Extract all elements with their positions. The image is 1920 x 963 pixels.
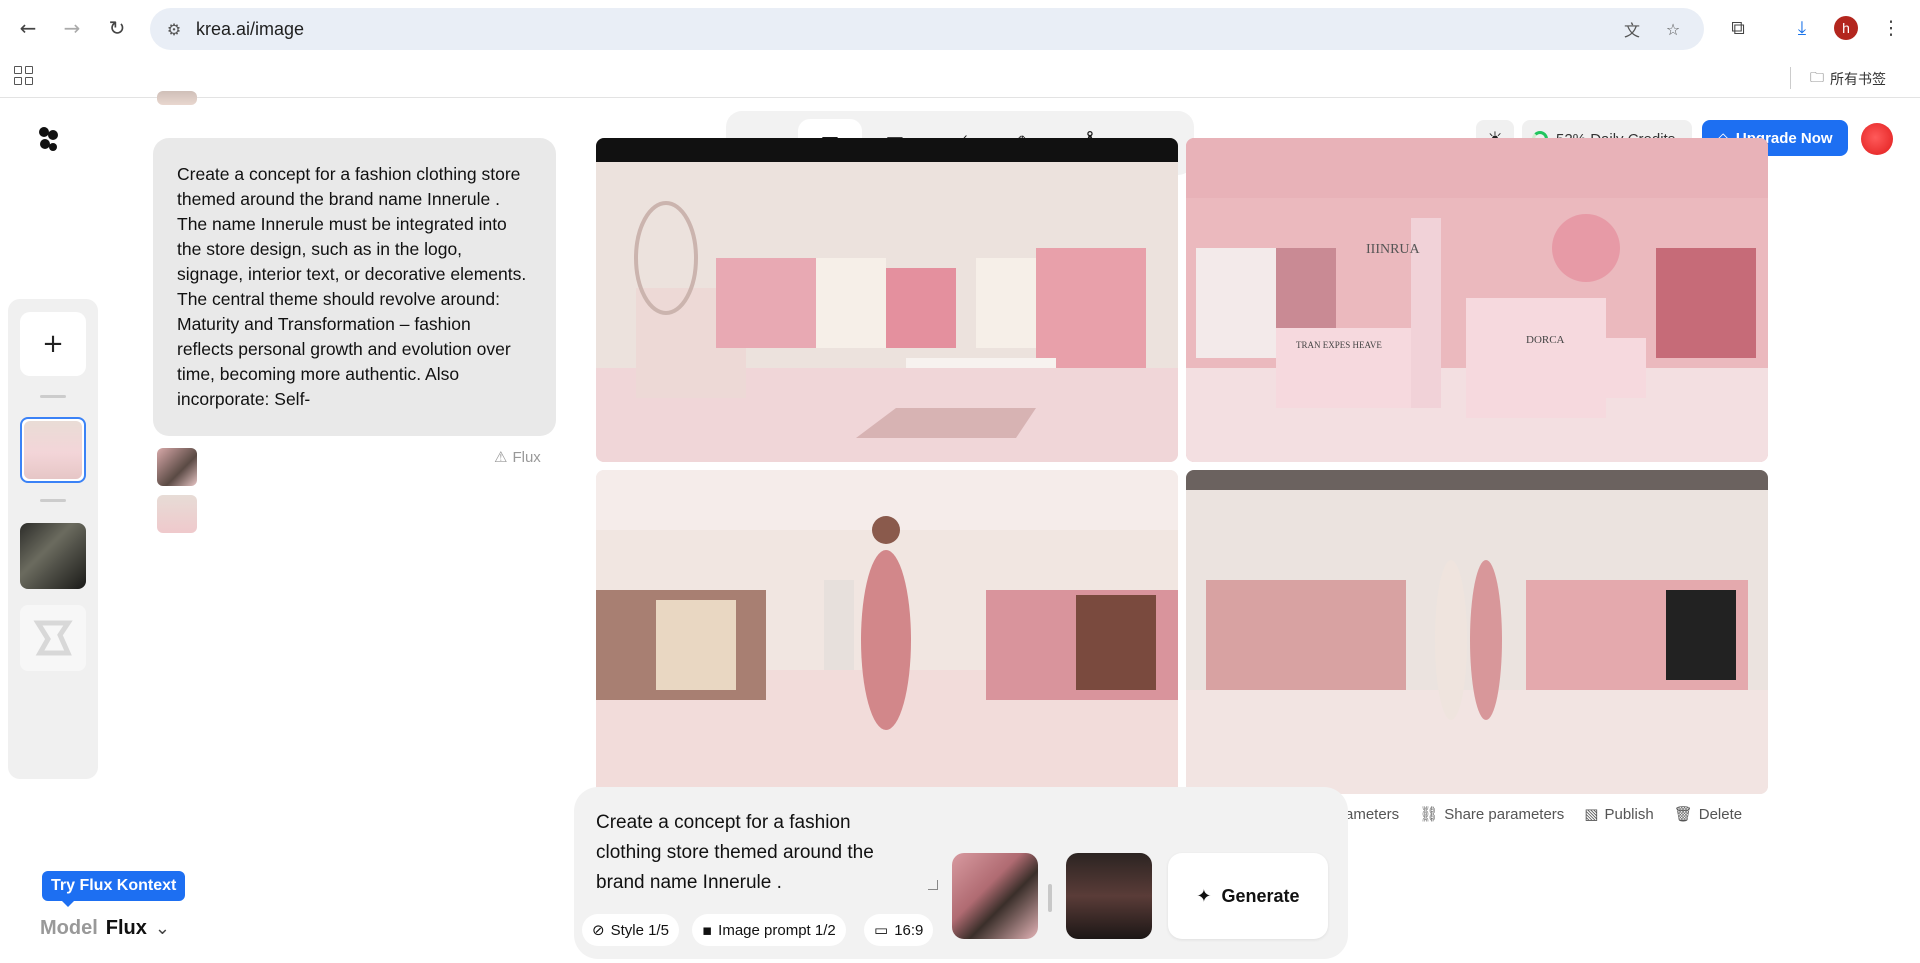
style-chip[interactable]: ⊘ Style 1/5 [582, 914, 679, 946]
trash-icon: 🗑 [1673, 805, 1693, 823]
store-sign-text: IIINRUA [1366, 242, 1421, 257]
rail-separator [40, 395, 66, 398]
krea-app: + Create a concept for a fashion clothin… [0, 91, 1920, 963]
back-arrow-icon[interactable]: ← [14, 14, 42, 42]
share-parameters-button[interactable]: ⛓ Share parameters [1419, 805, 1564, 823]
browser-menu-icon[interactable]: ⋮ [1877, 14, 1905, 42]
counter-text-left: TRAN EXPES HEAVE [1296, 340, 1382, 350]
style-reference-image[interactable] [952, 853, 1038, 939]
generated-image-2[interactable]: IIINRUA TRAN EXPES HEAVE DORCA [1186, 138, 1768, 462]
publish-label: Publish [1604, 805, 1654, 823]
bookmark-star-icon[interactable]: ☆ [1661, 17, 1685, 41]
composer-divider [1048, 884, 1052, 912]
model-tag: ⚠ Flux [494, 448, 541, 466]
link-icon: ⛓ [1419, 805, 1439, 823]
delete-label: Delete [1698, 805, 1743, 823]
delete-button[interactable]: 🗑 Delete [1674, 805, 1742, 823]
prompt-input[interactable]: Create a concept for a fashion clothing … [596, 808, 916, 898]
image-actions: rameters ⛓ Share parameters ▧ Publish 🗑 … [1340, 805, 1742, 823]
image-prompt-reference[interactable] [1066, 853, 1152, 939]
image-prompt-chip[interactable]: ▪ Image prompt 1/2 [692, 914, 846, 946]
profile-avatar[interactable]: h [1834, 16, 1858, 40]
reference-thumb[interactable] [157, 495, 197, 533]
apps-grid-icon[interactable] [14, 66, 36, 88]
flux-icon: ⚠ [494, 448, 508, 466]
user-avatar[interactable] [1861, 123, 1893, 155]
reload-icon[interactable]: ↻ [103, 14, 131, 42]
site-info-icon[interactable]: ⚙ [162, 17, 186, 41]
style-chip-label: Style 1/5 [610, 921, 669, 939]
reuse-parameters-label: rameters [1340, 805, 1400, 823]
plus-icon: + [42, 329, 64, 359]
history-mini-thumb[interactable] [157, 91, 197, 105]
aspect-ratio-icon: ▭ [874, 921, 889, 939]
sparkle-icon: ✦ [1196, 885, 1212, 907]
generation-history-rail: + [8, 299, 98, 779]
address-bar[interactable]: ⚙ krea.ai/image 文 ☆ [150, 8, 1704, 50]
generate-label: Generate [1221, 885, 1300, 906]
all-bookmarks-label: 所有书签 [1830, 72, 1886, 88]
publish-icon: ▧ [1584, 805, 1599, 823]
style-icon: ⊘ [592, 921, 605, 939]
image-prompt-chip-label: Image prompt 1/2 [718, 921, 836, 939]
bookmarks-bar: 🗀 所有书签 [0, 58, 1920, 98]
generated-image-1[interactable] [596, 138, 1178, 462]
model-value: Flux [105, 917, 147, 939]
bookmarks-divider [1790, 67, 1791, 89]
counter-text-right: DORCA [1526, 334, 1565, 346]
try-flux-kontext-badge[interactable]: Try Flux Kontext [42, 871, 186, 907]
reuse-parameters-button[interactable]: rameters [1340, 806, 1399, 823]
aspect-ratio-chip[interactable]: ▭ 16:9 [864, 914, 934, 946]
history-thumb-logo[interactable] [20, 605, 86, 671]
image-prompt-icon: ▪ [702, 921, 713, 939]
generated-image-4[interactable] [1186, 470, 1768, 794]
model-selector[interactable]: Model Flux ⌄ [40, 917, 170, 940]
download-icon[interactable]: ⤓ [1788, 14, 1816, 42]
generated-image-3[interactable] [596, 470, 1178, 794]
folder-icon: 🗀 [1810, 70, 1824, 86]
history-thumb[interactable] [20, 523, 86, 589]
url-text[interactable]: krea.ai/image [196, 19, 304, 40]
model-label: Model [40, 917, 98, 939]
browser-toolbar: ← → ↻ ⚙ krea.ai/image 文 ☆ ⧉ ⤓ h ⋮ [0, 0, 1920, 58]
new-generation-button[interactable]: + [20, 312, 86, 376]
extensions-icon[interactable]: ⧉ [1724, 14, 1752, 42]
publish-button[interactable]: ▧ Publish [1584, 805, 1653, 823]
rail-separator [40, 499, 66, 502]
prompt-composer: Create a concept for a fashion clothing … [574, 787, 1348, 959]
share-parameters-label: Share parameters [1444, 805, 1565, 823]
generate-button[interactable]: ✦ Generate [1168, 853, 1328, 939]
translate-icon[interactable]: 文 [1620, 17, 1644, 41]
prompt-history-bubble[interactable]: Create a concept for a fashion clothing … [153, 138, 556, 436]
chevron-down-icon: ⌄ [154, 918, 170, 939]
forward-arrow-icon[interactable]: → [58, 14, 86, 42]
reference-thumb[interactable] [157, 448, 197, 486]
all-bookmarks-folder[interactable]: 🗀 所有书签 [1810, 67, 1886, 91]
aspect-ratio-label: 16:9 [894, 921, 924, 939]
history-thumb-selected[interactable] [20, 417, 86, 483]
resize-handle-icon[interactable] [928, 880, 938, 890]
model-tag-label: Flux [512, 448, 541, 466]
